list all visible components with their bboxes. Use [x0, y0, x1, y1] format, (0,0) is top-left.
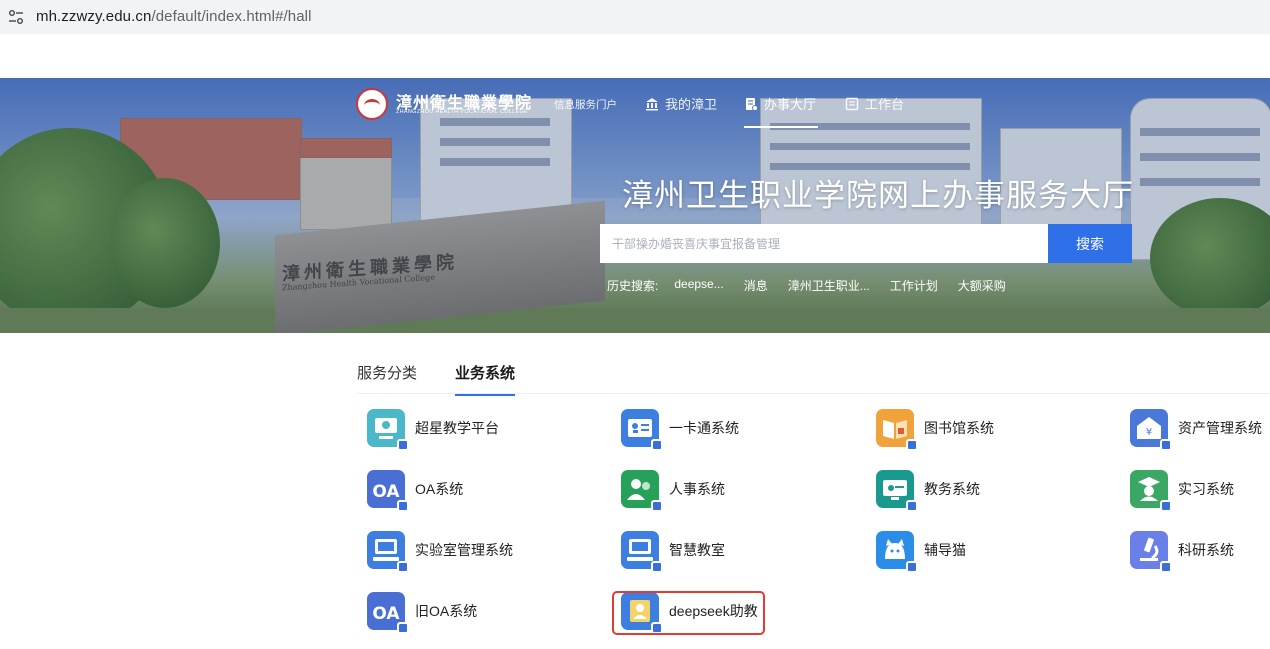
system-label: 科研系统: [1178, 542, 1234, 558]
system-label: 一卡通系统: [669, 420, 739, 436]
system-label: 资产管理系统: [1178, 420, 1262, 436]
system-item[interactable]: 辅导猫: [876, 531, 966, 573]
nav-info-portal[interactable]: 信息服务门户: [554, 97, 617, 112]
search-button[interactable]: 搜索: [1048, 224, 1132, 263]
app-badge-icon: [397, 561, 409, 573]
system-label: 人事系统: [669, 481, 725, 497]
app-badge-icon: [651, 500, 663, 512]
system-item[interactable]: ¥ 资产管理系统: [1130, 409, 1262, 451]
system-item[interactable]: OA 旧OA系统: [367, 592, 478, 634]
microscope-icon: [1130, 531, 1172, 573]
history-item[interactable]: 漳州卫生职业...: [788, 277, 870, 294]
system-item[interactable]: OA OA系统: [367, 470, 464, 512]
svg-text:¥: ¥: [1146, 427, 1152, 438]
college-logo[interactable]: 漳州衛生職業學院 ZHANGZHOU HEALTH VOCATIONAL COL…: [356, 86, 538, 120]
svg-text:OA: OA: [372, 604, 400, 624]
app-badge-icon: [651, 439, 663, 451]
history-item[interactable]: deepse...: [674, 277, 723, 294]
browser-address-bar[interactable]: mh.zzwzy.edu.cn/default/index.html#/hall: [0, 0, 1270, 34]
tab-business-systems[interactable]: 业务系统: [455, 362, 516, 396]
system-label: 智慧教室: [669, 542, 725, 558]
system-item[interactable]: 教务系统: [876, 470, 980, 512]
history-label: 历史搜索:: [607, 279, 659, 293]
tab-divider: [357, 393, 1270, 394]
system-label: 图书馆系统: [924, 420, 994, 436]
system-item[interactable]: 超星教学平台: [367, 409, 499, 451]
nav-service-hall[interactable]: 办事大厅: [744, 94, 816, 113]
id-card-icon: [621, 409, 663, 451]
app-badge-icon: [397, 622, 409, 634]
search-history: 历史搜索: deepse... 消息 漳州卫生职业... 工作计划 大额采购: [607, 277, 1006, 294]
system-item[interactable]: 实验室管理系统: [367, 531, 513, 573]
history-item[interactable]: 工作计划: [890, 277, 938, 294]
people-icon: [621, 470, 663, 512]
category-tabs: 服务分类 业务系统: [357, 362, 516, 396]
asset-house-icon: ¥: [1130, 409, 1172, 451]
system-item[interactable]: 科研系统: [1130, 531, 1234, 573]
site-settings-icon[interactable]: [8, 9, 24, 25]
presentation-icon: [876, 470, 918, 512]
system-item[interactable]: 人事系统: [621, 470, 725, 512]
cat-icon: [876, 531, 918, 573]
system-label: OA系统: [415, 481, 464, 497]
system-label: 实验室管理系统: [415, 542, 513, 558]
app-badge-icon: [397, 500, 409, 512]
system-item[interactable]: 图书馆系统: [876, 409, 994, 451]
search-input[interactable]: [600, 224, 1048, 263]
app-badge-icon: [906, 500, 918, 512]
history-item[interactable]: 大额采购: [958, 277, 1006, 294]
history-item[interactable]: 消息: [744, 277, 768, 294]
app-badge-icon: [1160, 561, 1172, 573]
system-label: 旧OA系统: [415, 603, 478, 619]
app-badge-icon: [651, 561, 663, 573]
graduate-icon: [1130, 470, 1172, 512]
app-badge-icon: [906, 561, 918, 573]
page-title: 漳州卫生职业学院网上办事服务大厅: [622, 178, 1134, 213]
classroom-icon: [621, 531, 663, 573]
board-icon: [845, 97, 859, 110]
book-icon: [876, 409, 918, 451]
app-badge-icon: [906, 439, 918, 451]
logo-subtext: ZHANGZHOU HEALTH VOCATIONAL COLLEGE: [396, 109, 529, 115]
active-nav-indicator: [744, 126, 818, 128]
monitor-cloud-icon: [367, 409, 409, 451]
system-label: 教务系统: [924, 481, 980, 497]
oa-icon: OA: [367, 470, 409, 512]
old-oa-icon: OA: [367, 592, 409, 634]
nav-workbench[interactable]: 工作台: [845, 94, 904, 113]
highlight-box: [612, 591, 765, 635]
system-label: 辅导猫: [924, 542, 966, 558]
app-badge-icon: [397, 439, 409, 451]
url-text[interactable]: mh.zzwzy.edu.cn/default/index.html#/hall: [36, 8, 312, 25]
tab-service-category[interactable]: 服务分类: [357, 362, 417, 393]
nav-my-zhangwei[interactable]: 我的漳卫: [645, 94, 717, 113]
system-item[interactable]: 一卡通系统: [621, 409, 739, 451]
lab-computer-icon: [367, 531, 409, 573]
building-icon: [646, 97, 658, 110]
app-badge-icon: [1160, 500, 1172, 512]
system-label: 超星教学平台: [415, 420, 499, 436]
app-badge-icon: [1160, 439, 1172, 451]
system-item[interactable]: 智慧教室: [621, 531, 725, 573]
svg-text:OA: OA: [372, 482, 400, 502]
document-icon: [746, 97, 758, 111]
system-label: 实习系统: [1178, 481, 1234, 497]
system-item[interactable]: 实习系统: [1130, 470, 1234, 512]
college-seal-icon: [356, 88, 388, 120]
